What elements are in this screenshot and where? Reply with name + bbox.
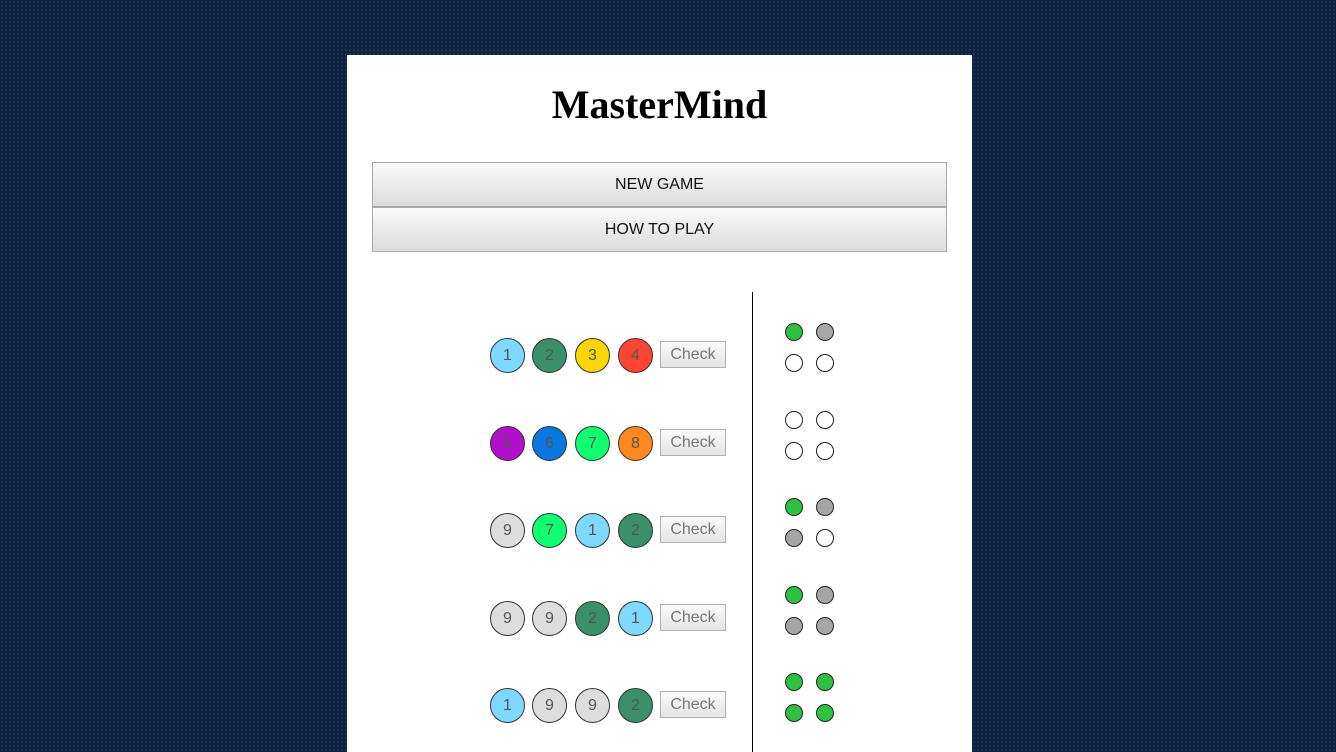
page-title: MasterMind: [551, 82, 768, 127]
check-button[interactable]: Check: [660, 429, 726, 456]
guess-peg[interactable]: 5: [490, 426, 525, 461]
check-button[interactable]: Check: [660, 341, 726, 368]
feedback-peg: [785, 529, 803, 547]
feedback-peg: [785, 354, 803, 372]
guess-peg[interactable]: 2: [618, 688, 653, 723]
feedback-peg: [785, 617, 803, 635]
feedback-peg: [785, 498, 803, 516]
guess-peg[interactable]: 2: [575, 601, 610, 636]
guess-peg[interactable]: 7: [532, 513, 567, 548]
feedback-peg: [816, 323, 834, 341]
guess-peg[interactable]: 9: [575, 688, 610, 723]
board-divider: [752, 292, 753, 752]
feedback-peg: [785, 673, 803, 691]
feedback-peg: [816, 617, 834, 635]
feedback-peg: [816, 498, 834, 516]
feedback-peg: [816, 411, 834, 429]
guess-peg[interactable]: 1: [575, 513, 610, 548]
game-panel: MasterMind NEW GAME HOW TO PLAY 1 2 3 4 Chec…: [347, 55, 972, 752]
feedback-peg: [785, 704, 803, 722]
check-button[interactable]: Check: [660, 516, 726, 543]
new-game-button[interactable]: NEW GAME: [372, 162, 947, 207]
guess-peg[interactable]: 1: [490, 688, 525, 723]
guess-peg[interactable]: 1: [618, 601, 653, 636]
feedback-peg: [816, 586, 834, 604]
guess-peg[interactable]: 6: [532, 426, 567, 461]
feedback-peg: [785, 323, 803, 341]
feedback-peg: [785, 442, 803, 460]
feedback-peg: [785, 586, 803, 604]
guess-peg[interactable]: 7: [575, 426, 610, 461]
guess-peg[interactable]: 2: [618, 513, 653, 548]
guess-peg[interactable]: 3: [575, 338, 610, 373]
guess-peg[interactable]: 2: [532, 338, 567, 373]
feedback-peg: [785, 411, 803, 429]
guess-peg[interactable]: 9: [490, 513, 525, 548]
guess-peg[interactable]: 9: [490, 601, 525, 636]
check-button[interactable]: Check: [660, 691, 726, 718]
how-to-play-button[interactable]: HOW TO PLAY: [372, 207, 947, 252]
feedback-peg: [816, 704, 834, 722]
guess-peg[interactable]: 8: [618, 426, 653, 461]
feedback-peg: [816, 673, 834, 691]
feedback-peg: [816, 529, 834, 547]
feedback-peg: [816, 442, 834, 460]
check-button[interactable]: Check: [660, 604, 726, 631]
guess-peg[interactable]: 9: [532, 601, 567, 636]
guess-peg[interactable]: 1: [490, 338, 525, 373]
guess-peg[interactable]: 9: [532, 688, 567, 723]
feedback-peg: [816, 354, 834, 372]
guess-peg[interactable]: 4: [618, 338, 653, 373]
